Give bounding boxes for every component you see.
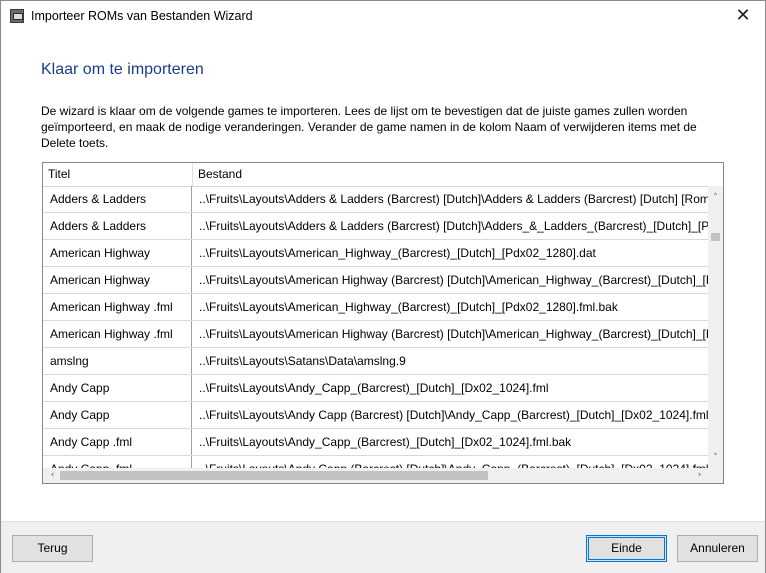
row-title-cell[interactable]: Adders & Ladders [43, 213, 192, 239]
wizard-window: Importeer ROMs van Bestanden Wizard ✕ Kl… [0, 0, 766, 573]
row-file-cell[interactable]: ..\Fruits\Layouts\American Highway (Barc… [193, 321, 708, 347]
table-row[interactable]: Andy Capp .fml ..\Fruits\Layouts\Andy_Cap… [43, 429, 708, 456]
row-title-cell[interactable]: Andy Capp [43, 375, 192, 401]
horizontal-scrollbar[interactable]: ‹ › [43, 468, 708, 483]
grid-rows: Adders & Ladders ..\Fruits\Layouts\Adders… [43, 186, 708, 468]
scroll-left-icon[interactable]: ‹ [45, 468, 60, 483]
row-title-cell[interactable]: Andy Capp [43, 402, 192, 428]
horizontal-scroll-thumb[interactable] [60, 471, 488, 480]
row-title-cell[interactable]: Andy Capp .fml [43, 429, 192, 455]
column-header-file[interactable]: Bestand [193, 163, 708, 186]
table-row[interactable]: American Highway .fml ..\Fruits\Layouts\A… [43, 321, 708, 348]
close-icon[interactable]: ✕ [721, 1, 765, 31]
row-file-cell[interactable]: ..\Fruits\Layouts\American_Highway_(Barc… [193, 240, 708, 266]
scrollbar-corner [708, 468, 723, 483]
row-file-cell[interactable]: ..\Fruits\Layouts\Andy_Capp_(Barcrest)_[… [193, 375, 708, 401]
row-title-cell[interactable]: American Highway [43, 267, 192, 293]
table-row[interactable]: American Highway .fml ..\Fruits\Layouts\A… [43, 294, 708, 321]
finish-button[interactable]: Einde [586, 535, 667, 562]
import-list-grid[interactable]: Titel Bestand Adders & Ladders ..\Fruits\… [42, 162, 724, 484]
window-title: Importeer ROMs van Bestanden Wizard [31, 9, 253, 23]
table-row[interactable]: Adders & Ladders ..\Fruits\Layouts\Adders… [43, 186, 708, 213]
row-title-cell[interactable]: Adders & Ladders [43, 186, 192, 212]
grid-header: Titel Bestand [43, 163, 708, 187]
row-file-cell[interactable]: ..\Fruits\Layouts\Andy Capp (Barcrest) [… [193, 402, 708, 428]
row-file-cell[interactable]: ..\Fruits\Layouts\Andy_Capp_(Barcrest)_[… [193, 429, 708, 455]
cancel-button[interactable]: Annuleren [677, 535, 758, 562]
back-button[interactable]: Terug [12, 535, 93, 562]
row-title-cell[interactable]: amslng [43, 348, 192, 374]
table-row[interactable]: American Highway ..\Fruits\Layouts\Americ… [43, 240, 708, 267]
row-file-cell[interactable]: ..\Fruits\Layouts\Andy Capp (Barcrest) [… [193, 456, 708, 468]
table-row[interactable]: amslng ..\Fruits\Layouts\Satans\Data\amsl… [43, 348, 708, 375]
table-row[interactable]: Andy Capp ..\Fruits\Layouts\Andy_Capp_(Ba… [43, 375, 708, 402]
row-file-cell[interactable]: ..\Fruits\Layouts\Adders & Ladders (Barc… [193, 186, 708, 212]
title-bar: Importeer ROMs van Bestanden Wizard ✕ [1, 1, 765, 31]
table-row[interactable]: American Highway ..\Fruits\Layouts\Americ… [43, 267, 708, 294]
button-bar: Terug Einde Annuleren [1, 521, 765, 573]
row-file-cell[interactable]: ..\Fruits\Layouts\Satans\Data\amslng.9 [193, 348, 708, 374]
row-title-cell[interactable]: Andy Capp .fml [43, 456, 192, 468]
table-row[interactable]: Adders & Ladders ..\Fruits\Layouts\Adders… [43, 213, 708, 240]
row-title-cell[interactable]: American Highway .fml [43, 321, 192, 347]
row-title-cell[interactable]: American Highway .fml [43, 294, 192, 320]
row-file-cell[interactable]: ..\Fruits\Layouts\Adders & Ladders (Barc… [193, 213, 708, 239]
row-title-cell[interactable]: American Highway [43, 240, 192, 266]
scroll-right-icon[interactable]: › [692, 468, 707, 483]
row-file-cell[interactable]: ..\Fruits\Layouts\American Highway (Barc… [193, 267, 708, 293]
app-icon [10, 9, 24, 23]
table-row[interactable]: Andy Capp .fml..\Fruits\Layouts\Andy Cap… [43, 456, 708, 468]
scroll-down-icon[interactable]: ˅ [708, 451, 723, 466]
row-file-cell[interactable]: ..\Fruits\Layouts\American_Highway_(Barc… [193, 294, 708, 320]
vertical-scroll-thumb[interactable] [711, 233, 720, 241]
table-row[interactable]: Andy Capp ..\Fruits\Layouts\Andy Capp (Ba… [43, 402, 708, 429]
page-title: Klaar om te importeren [41, 61, 204, 78]
scroll-up-icon[interactable]: ˄ [708, 191, 723, 206]
vertical-scrollbar[interactable]: ˄ ˅ [708, 186, 723, 468]
column-header-title[interactable]: Titel [43, 163, 193, 186]
page-description: De wizard is klaar om de volgende games … [41, 104, 697, 150]
